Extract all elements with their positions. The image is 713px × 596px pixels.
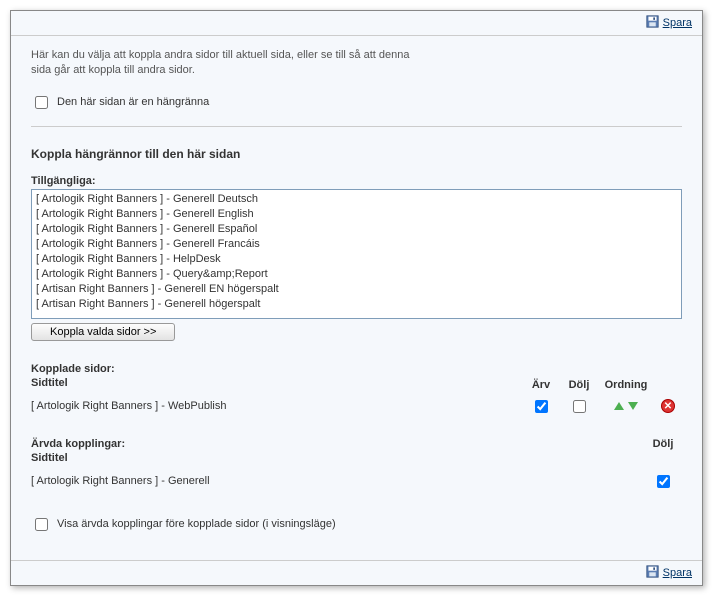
list-item[interactable]: [ Artologik Right Banners ] - Generell D… [34,192,679,207]
linked-col-arv: Ärv [522,379,560,391]
move-up-icon[interactable] [614,402,624,410]
disk-icon [646,565,659,581]
intro-text: Här kan du välja att koppla andra sidor … [31,48,431,79]
toolbar-bottom: Spara [11,560,702,585]
remove-icon[interactable]: ✕ [661,399,675,413]
show-inherited-first-checkbox[interactable] [35,518,48,531]
linked-arv-checkbox[interactable] [535,400,548,413]
save-button-top[interactable]: Spara [646,15,692,31]
inherited-heading: Ärvda kopplingar: [31,438,644,450]
gutter-checkbox-label: Den här sidan är en hängränna [57,96,209,108]
list-item[interactable]: [ Artologik Right Banners ] - Generell F… [34,237,679,252]
available-label: Tillgängliga: [31,175,682,187]
move-down-icon[interactable] [628,402,638,410]
available-listbox[interactable]: [ Artologik Right Banners ] - Generell D… [31,189,682,319]
linked-heading: Kopplade sidor: [31,363,522,375]
list-item[interactable]: [ Artisan Right Banners ] - Generell EN … [34,282,679,297]
inherited-header: Ärvda kopplingar: Sidtitel Dölj [31,438,682,466]
inherited-dolj-checkbox[interactable] [657,475,670,488]
inherited-block: Ärvda kopplingar: Sidtitel Dölj [ Artolo… [31,438,682,491]
link-selected-button[interactable]: Koppla valda sidor >> [31,323,175,341]
inherited-row: [ Artologik Right Banners ] - Generell [31,466,682,491]
list-item[interactable]: [ Artologik Right Banners ] - Generell E… [34,222,679,237]
list-item[interactable]: [ Artologik Right Banners ] - HelpDesk [34,252,679,267]
linked-col-title: Sidtitel [31,377,522,389]
linked-col-dolj: Dölj [560,379,598,391]
content: Här kan du välja att koppla andra sidor … [11,36,702,560]
linked-row-title: [ Artologik Right Banners ] - WebPublish [31,400,522,412]
linked-col-ordning: Ordning [598,379,654,391]
list-item[interactable]: [ Artisan Right Banners ] - Generell hög… [34,297,679,312]
linked-pages-block: Kopplade sidor: Sidtitel Ärv Dölj Ordnin… [31,363,682,416]
inherited-row-title: [ Artologik Right Banners ] - Generell [31,475,644,487]
disk-icon [646,15,659,31]
divider [31,126,682,127]
linked-row: [ Artologik Right Banners ] - WebPublish… [31,391,682,416]
gutter-checkbox-row[interactable]: Den här sidan är en hängränna [31,93,682,112]
show-inherited-first-row[interactable]: Visa ärvda kopplingar före kopplade sido… [31,515,682,534]
show-inherited-first-label: Visa ärvda kopplingar före kopplade sido… [57,518,336,530]
list-item[interactable]: [ Artologik Right Banners ] - Query&amp;… [34,267,679,282]
save-button-bottom[interactable]: Spara [646,565,692,581]
linked-pages-header: Kopplade sidor: Sidtitel Ärv Dölj Ordnin… [31,363,682,391]
save-label: Spara [663,567,692,579]
section-title: Koppla hängrännor till den här sidan [31,147,682,161]
gutter-checkbox[interactable] [35,96,48,109]
inherited-col-title: Sidtitel [31,452,644,464]
settings-panel: Spara Här kan du välja att koppla andra … [10,10,703,586]
linked-dolj-checkbox[interactable] [573,400,586,413]
inherited-col-dolj: Dölj [644,438,682,466]
list-item[interactable]: [ Artologik Right Banners ] - Generell E… [34,207,679,222]
toolbar-top: Spara [11,11,702,36]
save-label: Spara [663,17,692,29]
